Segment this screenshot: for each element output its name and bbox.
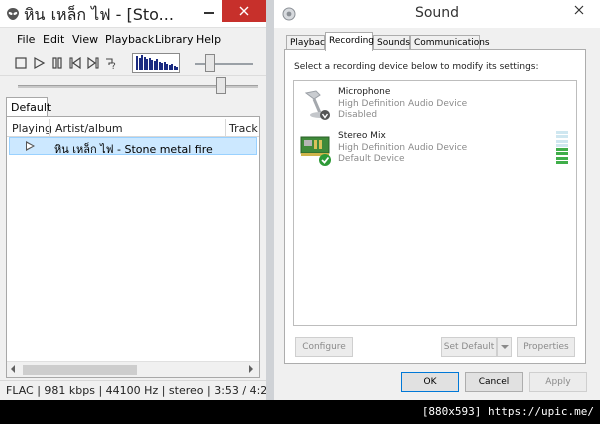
level-segment xyxy=(556,139,568,143)
random-icon[interactable]: ? xyxy=(104,56,118,70)
row-artist-title: หิน เหล็ก ไฟ - Stone metal fire xyxy=(54,143,213,156)
stop-icon[interactable] xyxy=(14,56,28,70)
scrollbar-thumb[interactable] xyxy=(23,365,137,375)
microphone-icon xyxy=(304,90,330,120)
menu-playback[interactable]: Playback xyxy=(105,33,154,46)
now-playing-icon xyxy=(26,141,35,151)
svg-text:?: ? xyxy=(111,62,116,70)
next-icon[interactable] xyxy=(86,56,100,70)
menu-help[interactable]: Help xyxy=(196,33,221,46)
column-track[interactable]: Track xyxy=(229,122,258,135)
playlist-view: Playing Artist/album Track หิน เหล็ก ไฟ … xyxy=(6,116,260,378)
device-status: Default Device xyxy=(338,154,405,164)
horizontal-scrollbar[interactable] xyxy=(7,361,259,377)
device-item-stereo-mix[interactable]: Stereo Mix High Definition Audio Device … xyxy=(300,131,570,171)
column-separator[interactable] xyxy=(225,119,226,137)
sound-titlebar[interactable]: Sound xyxy=(274,0,600,28)
menu-file[interactable]: File xyxy=(17,33,35,46)
alien-head-icon xyxy=(7,8,19,20)
sound-tabs: Playback Recording Sounds Communications xyxy=(286,32,586,51)
minimize-button[interactable] xyxy=(196,0,222,22)
player-titlebar[interactable]: หิน เหล็ก ไฟ - [Sto... xyxy=(0,0,266,28)
level-segment xyxy=(556,143,568,147)
status-bar: FLAC | 981 kbps | 44100 Hz | stereo | 3:… xyxy=(0,380,274,400)
column-artist-album[interactable]: Artist/album xyxy=(55,122,123,135)
minimize-icon xyxy=(204,12,214,14)
green-check-icon xyxy=(319,154,331,166)
sound-dialog: Sound Playback Recording Sounds Communic… xyxy=(274,0,600,400)
playlist-tab-default[interactable]: Default xyxy=(6,97,51,117)
close-icon xyxy=(239,6,249,16)
configure-button[interactable]: Configure xyxy=(295,337,353,357)
device-item-microphone[interactable]: Microphone High Definition Audio Device … xyxy=(300,87,570,127)
device-name: Stereo Mix xyxy=(338,131,386,141)
menu-edit[interactable]: Edit xyxy=(43,33,64,46)
play-icon[interactable] xyxy=(32,56,46,70)
window-gap xyxy=(266,0,274,400)
previous-icon[interactable] xyxy=(68,56,82,70)
column-separator[interactable] xyxy=(49,119,50,137)
instruction-text: Select a recording device below to modif… xyxy=(294,62,539,72)
ok-button[interactable]: OK xyxy=(401,372,459,392)
pause-icon[interactable] xyxy=(50,56,64,70)
tab-recording[interactable]: Recording xyxy=(325,32,374,51)
seek-bar-thumb[interactable] xyxy=(215,77,226,94)
device-driver: High Definition Audio Device xyxy=(338,143,468,153)
device-status: Disabled xyxy=(338,110,378,120)
close-icon xyxy=(574,5,584,15)
close-button[interactable] xyxy=(562,0,596,20)
level-segment xyxy=(556,156,568,160)
volume-slider-thumb[interactable] xyxy=(204,54,215,72)
menubar: File Edit View Playback Library Help xyxy=(0,30,266,50)
level-segment xyxy=(556,131,568,134)
recording-panel: Select a recording device below to modif… xyxy=(284,49,586,364)
watermark-text: [880x593] https://upic.me/ xyxy=(421,405,594,418)
scroll-left-icon[interactable] xyxy=(11,365,15,373)
properties-button[interactable]: Properties xyxy=(517,337,575,357)
level-segment xyxy=(556,148,568,151)
sound-title: Sound xyxy=(414,5,460,21)
bottom-bar: [880x593] https://upic.me/ xyxy=(0,400,600,424)
playlist-header: Playing Artist/album Track xyxy=(7,119,259,137)
spectrum-visualizer xyxy=(132,53,180,73)
level-segment xyxy=(556,135,568,139)
level-segment xyxy=(556,152,568,156)
table-row[interactable]: หิน เหล็ก ไฟ - Stone metal fire xyxy=(9,137,257,156)
device-list: Microphone High Definition Audio Device … xyxy=(293,80,577,326)
level-meter xyxy=(556,131,568,165)
apply-button[interactable]: Apply xyxy=(529,372,587,392)
set-default-button[interactable]: Set Default xyxy=(441,337,497,357)
column-playing[interactable]: Playing xyxy=(12,122,52,135)
set-default-dropdown[interactable] xyxy=(497,337,512,357)
device-name: Microphone xyxy=(338,87,391,97)
device-driver: High Definition Audio Device xyxy=(338,99,468,109)
player-title: หิน เหล็ก ไฟ - [Sto... xyxy=(24,5,174,24)
scroll-right-icon[interactable] xyxy=(249,365,253,373)
cancel-button[interactable]: Cancel xyxy=(465,372,523,392)
level-segment xyxy=(556,160,568,164)
spectrum-bar xyxy=(176,67,178,70)
chevron-down-icon xyxy=(500,345,509,349)
sound-card-icon xyxy=(300,136,331,166)
menu-library[interactable]: Library xyxy=(155,33,193,46)
player-window: หิน เหล็ก ไฟ - [Sto... File Edit View Pl… xyxy=(0,0,274,400)
close-button[interactable] xyxy=(222,0,266,22)
menu-view[interactable]: View xyxy=(72,33,98,46)
